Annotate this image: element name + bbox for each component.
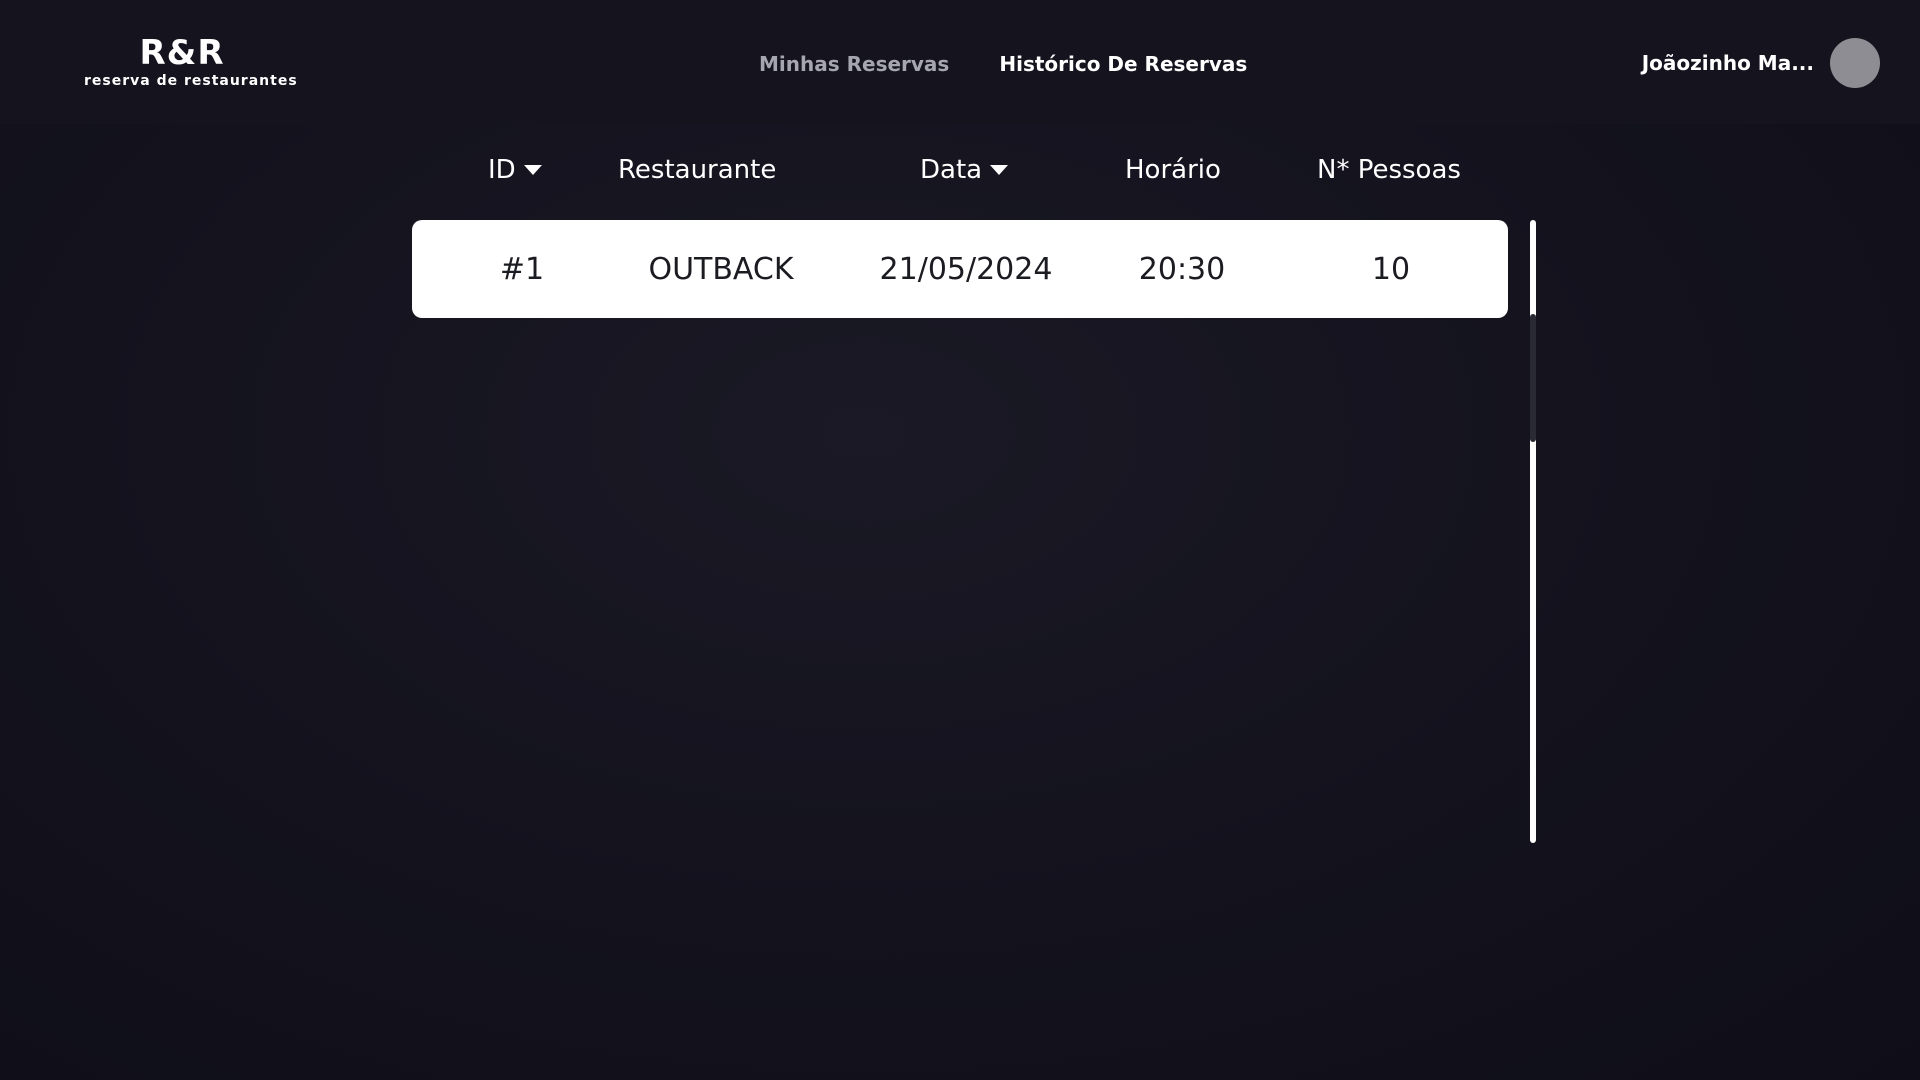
- column-header-pessoas: N* Pessoas: [1317, 150, 1461, 190]
- cell-data: 21/05/2024: [879, 251, 1053, 287]
- user-menu[interactable]: Joãozinho Ma...: [1642, 37, 1880, 89]
- logo-subtitle: reserva de restaurantes: [84, 73, 298, 89]
- nav-minhas-reservas[interactable]: Minhas Reservas: [759, 51, 949, 77]
- column-header-pessoas-label: N* Pessoas: [1317, 155, 1461, 185]
- table-row[interactable]: #1 OUTBACK 21/05/2024 20:30 10: [412, 220, 1508, 318]
- cell-restaurante: OUTBACK: [648, 251, 794, 287]
- logo-title: R&R: [139, 33, 225, 73]
- cell-id: #1: [499, 251, 545, 287]
- column-header-restaurante-label: Restaurante: [618, 155, 777, 185]
- scrollbar-thumb[interactable]: [1530, 314, 1536, 442]
- nav-historico-de-reservas[interactable]: Histórico De Reservas: [999, 51, 1247, 77]
- logo[interactable]: R&R reserva de restaurantes: [84, 33, 298, 90]
- cell-pessoas: 10: [1371, 251, 1411, 287]
- cell-horario: 20:30: [1138, 251, 1226, 287]
- column-header-id[interactable]: ID: [488, 150, 542, 190]
- column-header-horario: Horário: [1125, 150, 1221, 190]
- main-nav: Minhas Reservas Histórico De Reservas: [759, 50, 1247, 78]
- avatar[interactable]: [1830, 38, 1880, 88]
- column-header-horario-label: Horário: [1125, 155, 1221, 185]
- user-name[interactable]: Joãozinho Ma...: [1642, 51, 1814, 75]
- top-header: R&R reserva de restaurantes Minhas Reser…: [0, 0, 1920, 124]
- column-header-id-label: ID: [488, 155, 516, 185]
- sort-down-icon[interactable]: [990, 165, 1009, 175]
- column-header-restaurante: Restaurante: [618, 150, 776, 190]
- column-header-data-label: Data: [920, 155, 983, 185]
- table-header: ID Restaurante Data Horário N* Pessoas: [412, 150, 1508, 190]
- sort-down-icon[interactable]: [523, 165, 542, 175]
- reservation-list: #1 OUTBACK 21/05/2024 20:30 10: [412, 220, 1508, 318]
- column-header-data[interactable]: Data: [920, 150, 1009, 190]
